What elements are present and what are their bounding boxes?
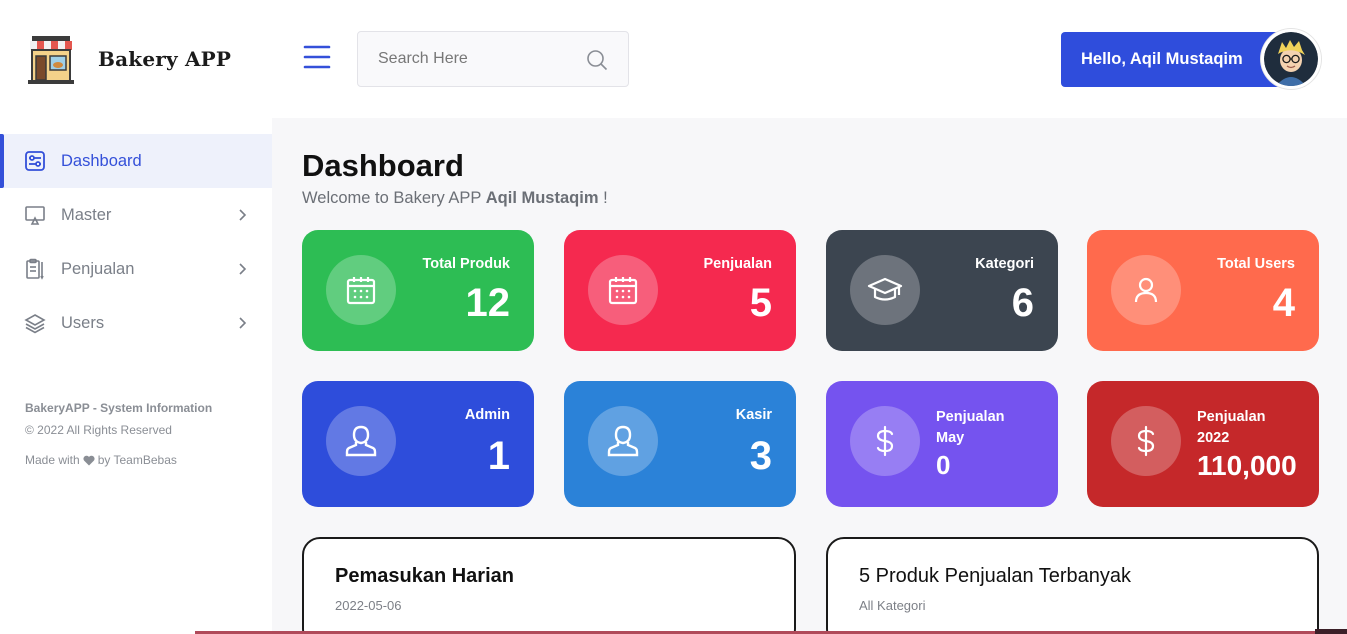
copyright-text: © 2022 All Rights Reserved <box>25 423 172 437</box>
user-outline-icon <box>588 406 658 476</box>
stat-label: Penjualan 2022 <box>1197 407 1266 449</box>
dollar-icon <box>850 406 920 476</box>
user-icon <box>1111 255 1181 325</box>
stat-value: 3 <box>749 434 772 478</box>
stat-value: 6 <box>1011 281 1034 325</box>
system-info-title: BakeryAPP - System Information <box>25 401 213 415</box>
layers-icon <box>24 312 46 334</box>
stat-card-kategori[interactable]: Kategori 6 <box>826 230 1058 351</box>
avatar[interactable] <box>1261 29 1321 89</box>
made-with-prefix: Made with <box>25 453 80 467</box>
sidebar-nav: Dashboard Master Penjualan Users <box>0 134 272 350</box>
sidebar-item-users[interactable]: Users <box>0 296 272 350</box>
stat-value: 0 <box>936 450 951 480</box>
top-header: Hello, Aqil Mustaqim <box>272 0 1347 118</box>
stat-card-penjualan-may[interactable]: Penjualan May 0 <box>826 381 1058 507</box>
search-input[interactable] <box>378 50 578 68</box>
panel-date: 2022-05-06 <box>335 598 402 613</box>
brand-name: Bakery APP <box>98 47 232 71</box>
stat-value: 110,000 <box>1197 450 1297 481</box>
brand[interactable]: Bakery APP <box>24 32 231 86</box>
stat-label: Total Produk <box>422 256 510 272</box>
stat-label-line1: Penjualan <box>1197 409 1266 425</box>
stat-value: 1 <box>487 434 510 478</box>
stat-label: Kategori <box>975 256 1034 272</box>
sidebar: Bakery APP Dashboard Master Penjualan Us… <box>0 0 272 634</box>
welcome-user-name: Aqil Mustaqim <box>485 189 599 207</box>
page-title: Dashboard <box>302 148 464 183</box>
made-with-suffix: by TeamBebas <box>97 453 177 467</box>
sidebar-item-label: Master <box>61 205 112 224</box>
stat-card-penjualan-2022[interactable]: Penjualan 2022 110,000 <box>1087 381 1319 507</box>
chevron-right-icon <box>239 209 247 221</box>
dollar-icon <box>1111 406 1181 476</box>
search-icon[interactable] <box>586 49 608 71</box>
bakery-shop-icon <box>28 36 74 84</box>
stat-value: 12 <box>465 281 511 325</box>
sidebar-item-label: Users <box>61 313 105 332</box>
panel-title: 5 Produk Penjualan Terbanyak <box>859 565 1132 587</box>
stat-label-line1: Penjualan <box>936 409 1005 425</box>
hamburger-menu-icon[interactable] <box>303 44 331 70</box>
heart-icon <box>83 455 95 465</box>
stat-label: Penjualan <box>703 256 773 272</box>
stat-card-admin[interactable]: Admin 1 <box>302 381 534 507</box>
welcome-prefix: Welcome to Bakery APP <box>302 189 482 207</box>
welcome-suffix: ! <box>603 189 608 207</box>
stat-label: Penjualan May <box>936 407 1005 449</box>
stat-label-line2: 2022 <box>1197 430 1230 446</box>
stat-value: 4 <box>1272 281 1295 325</box>
sidebar-item-label: Dashboard <box>61 151 142 170</box>
stat-label: Kasir <box>735 407 772 423</box>
welcome-text: Welcome to Bakery APP Aqil Mustaqim ! <box>302 189 608 208</box>
sidebar-item-dashboard[interactable]: Dashboard <box>0 134 272 188</box>
stat-label-line2: May <box>936 430 965 446</box>
stat-card-kasir[interactable]: Kasir 3 <box>564 381 796 507</box>
stat-value: 5 <box>749 281 772 325</box>
calendar-icon <box>326 255 396 325</box>
stat-label: Total Users <box>1217 256 1295 272</box>
scroll-indicator <box>1315 629 1347 634</box>
greeting-text: Hello, Aqil Mustaqim <box>1081 50 1243 68</box>
panel-title: Pemasukan Harian <box>335 565 514 587</box>
stat-card-total-produk[interactable]: Total Produk 12 <box>302 230 534 351</box>
chevron-right-icon <box>239 317 247 329</box>
panel-filter: All Kategori <box>859 598 926 613</box>
stat-card-total-users[interactable]: Total Users 4 <box>1087 230 1319 351</box>
user-avatar-icon <box>1264 32 1318 86</box>
system-information: BakeryAPP - System Information © 2022 Al… <box>25 401 255 467</box>
graduation-cap-icon <box>850 255 920 325</box>
chevron-right-icon <box>239 263 247 275</box>
search-box <box>357 31 629 87</box>
sidebar-item-penjualan[interactable]: Penjualan <box>0 242 272 296</box>
user-outline-icon <box>326 406 396 476</box>
dashboard-icon <box>24 150 46 172</box>
monitor-icon <box>24 204 46 226</box>
calendar-icon <box>588 255 658 325</box>
clipboard-icon <box>24 258 46 280</box>
panel-top-products: 5 Produk Penjualan Terbanyak All Kategor… <box>826 537 1319 634</box>
stat-label: Admin <box>464 407 510 423</box>
stat-card-penjualan[interactable]: Penjualan 5 <box>564 230 796 351</box>
panel-pemasukan-harian: Pemasukan Harian 2022-05-06 <box>302 537 796 634</box>
sidebar-item-label: Penjualan <box>61 259 135 278</box>
made-with-text: Made with by TeamBebas <box>25 453 255 467</box>
sidebar-item-master[interactable]: Master <box>0 188 272 242</box>
